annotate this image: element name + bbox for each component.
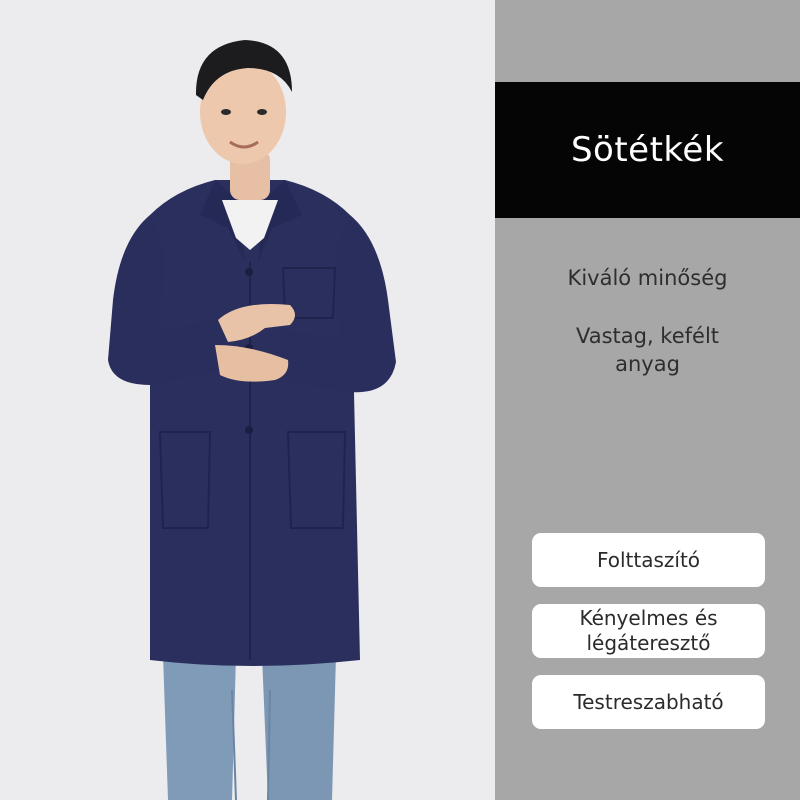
comfort-label-line-1: Kényelmes és: [579, 606, 718, 630]
material-line-2: anyag: [615, 352, 680, 376]
stain-resistant-label: Folttaszító: [596, 547, 701, 572]
jeans: [163, 655, 336, 800]
quality-feature: Kiváló minőség: [567, 266, 728, 290]
navy-lab-coat: [108, 180, 396, 666]
comfortable-breathable-badge: Kényelmes és légáteresztő: [532, 604, 765, 658]
model-illustration: [108, 40, 396, 800]
stain-resistant-badge: Folttaszító: [532, 533, 765, 587]
comfort-label-line-2: légáteresztő: [586, 631, 711, 655]
material-line-1: Vastag, kefélt: [575, 324, 720, 348]
material-feature: Vastag, kefélt anyag: [495, 322, 800, 378]
color-banner: Sötétkék: [495, 82, 800, 218]
product-info-panel: Sötétkék Kiváló minőség Vastag, kefélt a…: [495, 0, 800, 800]
customizable-badge: Testreszabható: [532, 675, 765, 729]
color-name: Sötétkék: [570, 130, 725, 170]
model-head: [195, 40, 292, 200]
customizable-label: Testreszabható: [573, 689, 724, 714]
product-photo: [0, 0, 495, 800]
